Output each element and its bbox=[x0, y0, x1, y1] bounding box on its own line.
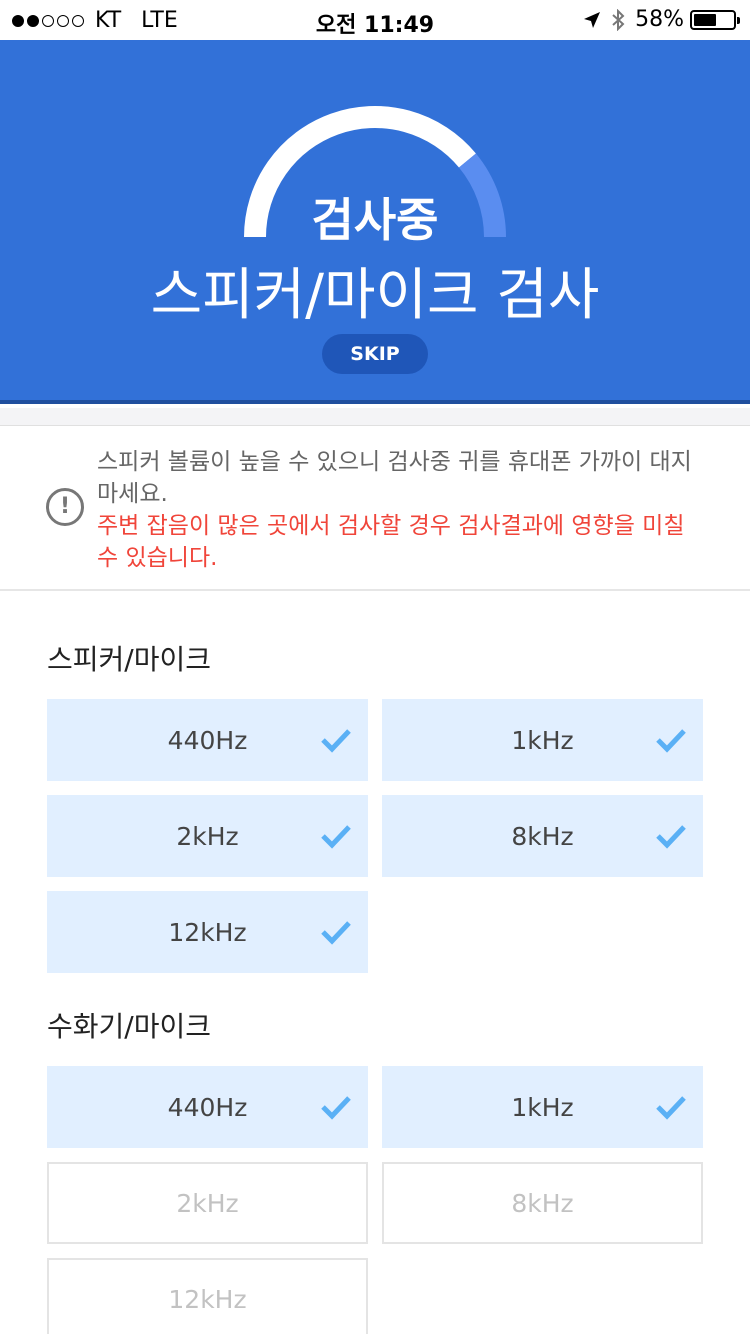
freq-label: 1kHz bbox=[511, 725, 574, 755]
test-status-label: 검사중 bbox=[311, 193, 439, 247]
freq-label: 2kHz bbox=[176, 821, 239, 851]
freq-label: 440Hz bbox=[167, 725, 248, 755]
page-title: 스피커/마이크 검사 bbox=[150, 263, 600, 328]
notice-caution-text: 스피커 볼륨이 높을 수 있으니 검사중 귀를 휴대폰 가까이 대지 마세요. bbox=[97, 449, 692, 507]
freq-item-12khz[interactable]: 12kHz bbox=[47, 891, 368, 973]
checkmark-icon bbox=[321, 729, 351, 753]
checkmark-icon bbox=[656, 825, 686, 849]
battery-icon bbox=[690, 9, 740, 30]
notice-text: 스피커 볼륨이 높을 수 있으니 검사중 귀를 휴대폰 가까이 대지 마세요. … bbox=[97, 446, 707, 574]
bluetooth-icon bbox=[612, 8, 625, 31]
freq-item-8khz[interactable]: 8kHz bbox=[382, 795, 703, 877]
test-header: 검사중 스피커/마이크 검사 SKIP bbox=[0, 40, 750, 404]
section-title-receiver-mic: 수화기/마이크 bbox=[47, 1010, 211, 1043]
freq-item-2khz[interactable]: 2kHz bbox=[47, 795, 368, 877]
freq-item-8khz[interactable]: 8kHz bbox=[382, 1162, 703, 1244]
freq-item-1khz[interactable]: 1kHz bbox=[382, 1066, 703, 1148]
checkmark-icon bbox=[656, 729, 686, 753]
freq-label: 440Hz bbox=[167, 1092, 248, 1122]
status-bar: KT LTE 오전 11:49 58% bbox=[0, 0, 750, 40]
freq-label: 12kHz bbox=[168, 1284, 247, 1314]
divider bbox=[0, 408, 750, 426]
notice-panel: ! 스피커 볼륨이 높을 수 있으니 검사중 귀를 휴대폰 가까이 대지 마세요… bbox=[0, 426, 750, 591]
notice-warning-text: 주변 잡음이 많은 곳에서 검사할 경우 검사결과에 영향을 미칠 수 있습니다… bbox=[97, 513, 685, 571]
freq-label: 12kHz bbox=[168, 917, 247, 947]
checkmark-icon bbox=[321, 825, 351, 849]
status-right: 58% bbox=[583, 7, 740, 32]
freq-item-12khz[interactable]: 12kHz bbox=[47, 1258, 368, 1334]
exclamation-circle-icon: ! bbox=[46, 488, 84, 526]
freq-label: 1kHz bbox=[511, 1092, 574, 1122]
freq-item-2khz[interactable]: 2kHz bbox=[47, 1162, 368, 1244]
checkmark-icon bbox=[656, 1096, 686, 1120]
freq-label: 2kHz bbox=[176, 1188, 239, 1218]
freq-label: 8kHz bbox=[511, 1188, 574, 1218]
battery-percent: 58% bbox=[635, 7, 684, 32]
freq-label: 8kHz bbox=[511, 821, 574, 851]
location-arrow-icon bbox=[584, 11, 601, 28]
section-title-speaker-mic: 스피커/마이크 bbox=[47, 643, 211, 676]
skip-button[interactable]: SKIP bbox=[322, 334, 428, 374]
checkmark-icon bbox=[321, 1096, 351, 1120]
freq-item-440hz[interactable]: 440Hz bbox=[47, 1066, 368, 1148]
freq-item-440hz[interactable]: 440Hz bbox=[47, 699, 368, 781]
checkmark-icon bbox=[321, 921, 351, 945]
freq-item-1khz[interactable]: 1kHz bbox=[382, 699, 703, 781]
